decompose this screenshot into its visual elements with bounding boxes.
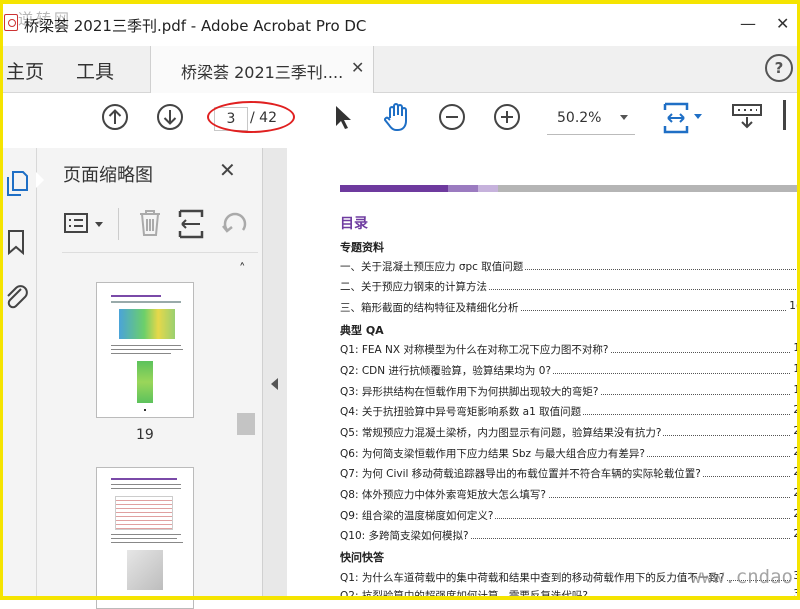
toc-item[interactable]: Q10: 多跨简支梁如何模拟? 2	[340, 528, 800, 544]
toc-section-heading: 快问快答	[340, 551, 384, 564]
panel-toolbar-divider	[118, 208, 119, 240]
document-tab[interactable]: 桥梁荟 2021三季刊.... ✕	[150, 46, 374, 93]
header-bar-dark	[340, 185, 448, 192]
toc-item[interactable]: Q4: 关于抗扭验算中异号弯矩影响系数 a1 取值问题 2	[340, 404, 800, 420]
panel-scrollbar-thumb[interactable]	[237, 413, 255, 435]
bookmarks-icon[interactable]	[5, 228, 27, 256]
toc-item[interactable]: Q2: 抗裂验算中的超强度如何计算，需要反复迭代吗? 3	[340, 588, 800, 600]
title-bar: 逆转网 桥梁荟 2021三季刊.pdf - Adobe Acrobat Pro …	[0, 0, 800, 46]
next-page-icon[interactable]	[156, 103, 184, 131]
delete-page-icon[interactable]	[136, 208, 164, 238]
zoom-in-icon[interactable]	[493, 103, 521, 131]
page-thumbnails-icon[interactable]	[4, 168, 30, 198]
menu-home[interactable]: 主页	[6, 57, 44, 84]
toc-item[interactable]: Q2: CDN 进行抗倾覆验算，验算结果均为 0? 1	[340, 363, 800, 379]
toc-item[interactable]: Q5: 常规预应力混凝土梁桥，内力图显示有问题，验算结果没有抗力? 2	[340, 425, 800, 441]
toc-item[interactable]: Q7: 为何 Civil 移动荷载追踪器导出的布载位置并不符合车辆的实际轮载位置…	[340, 466, 800, 482]
toc-item[interactable]: Q6: 为何简支梁恒载作用下应力结果 Sbz 与最大组合应力有差异? 2	[340, 446, 800, 462]
toc-item[interactable]: 三、箱形截面的结构特征及精细化分析 1(	[340, 300, 800, 316]
zoom-dropdown-icon[interactable]	[620, 115, 628, 120]
annotation-oval	[207, 101, 295, 133]
select-arrow-icon[interactable]	[331, 103, 355, 131]
scroll-up-icon[interactable]: ˄	[239, 262, 246, 277]
collapse-panel-icon[interactable]	[271, 378, 278, 390]
extract-pages-icon[interactable]	[176, 208, 206, 240]
thumbnail-page-20[interactable]	[96, 467, 194, 609]
zoom-out-icon[interactable]	[438, 103, 466, 131]
close-window-button[interactable]: ✕	[776, 14, 789, 33]
zoom-level[interactable]: 50.2%	[557, 110, 601, 126]
header-bar-light	[478, 185, 498, 192]
panel-separator	[62, 252, 258, 253]
panel-divider[interactable]	[262, 148, 287, 600]
header-bar-gray	[498, 185, 800, 192]
hand-tool-icon[interactable]	[381, 101, 413, 133]
panel-pointer	[36, 172, 44, 188]
toc-section-heading: 专题资料	[340, 241, 384, 254]
thumbnail-options-icon[interactable]	[63, 210, 109, 238]
thumbnail-page-19[interactable]	[96, 282, 194, 418]
header-bar-mid	[448, 185, 478, 192]
toc-item[interactable]: Q1: FEA NX 对称模型为什么在对称工况下应力图不对称? 1	[340, 342, 800, 358]
toc-title: 目录	[340, 216, 368, 232]
toolbar-edge-tool	[783, 100, 786, 130]
previous-page-icon[interactable]	[101, 103, 129, 131]
keyboard-icon[interactable]	[730, 101, 764, 133]
thumbnail-19-label: 19	[136, 427, 154, 443]
panel-close-button[interactable]: ✕	[219, 158, 236, 182]
tab-close-button[interactable]: ✕	[351, 58, 364, 77]
zoom-underline	[547, 134, 635, 135]
toc-item[interactable]: 一、关于混凝土预压应力 σpc 取值问题	[340, 259, 800, 275]
acrobat-app-icon	[4, 14, 18, 31]
fit-page-icon[interactable]	[662, 101, 704, 135]
toc-item[interactable]: Q8: 体外预应力中体外索弯矩放大怎么填写? 2	[340, 487, 800, 503]
menu-bar: 主页 工具	[0, 46, 800, 93]
toc-item[interactable]: 二、关于预应力钢束的计算方法	[340, 279, 800, 295]
help-icon[interactable]: ?	[765, 54, 793, 82]
rotate-page-icon[interactable]	[220, 208, 250, 238]
navigation-rail	[0, 148, 37, 600]
watermark-bottom: www.cndao.com	[690, 566, 800, 588]
toc-item[interactable]: Q9: 组合梁的温度梯度如何定义? 2	[340, 508, 800, 524]
attachments-icon[interactable]	[3, 283, 29, 313]
window-title: 桥梁荟 2021三季刊.pdf - Adobe Acrobat Pro DC	[24, 17, 367, 35]
toc-section-heading: 典型 QA	[340, 324, 384, 337]
document-tab-label: 桥梁荟 2021三季刊....	[181, 63, 344, 82]
toc-item[interactable]: Q3: 异形拱结构在恒载作用下为何拱脚出现较大的弯矩? 1	[340, 384, 800, 400]
panel-title: 页面缩略图	[63, 165, 153, 186]
minimize-button[interactable]: —	[740, 14, 756, 33]
menu-tools[interactable]: 工具	[76, 57, 114, 84]
